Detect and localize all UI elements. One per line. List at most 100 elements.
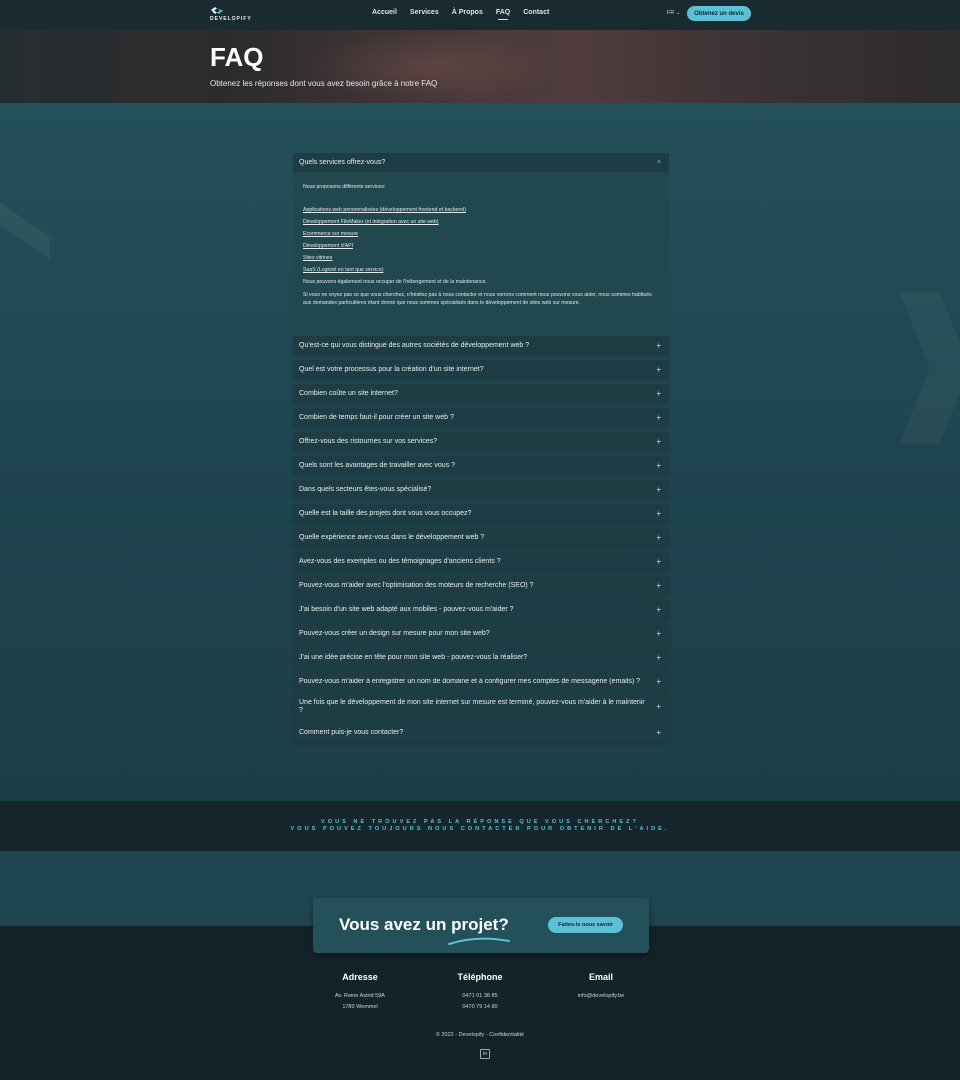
faq-question: Comment puis-je vous contacter? xyxy=(299,729,404,736)
faq-question: Pouvez-vous créer un design sur mesure p… xyxy=(299,630,490,637)
footer-email: Email info@developify.be xyxy=(541,972,661,1002)
plus-icon: + xyxy=(656,677,661,686)
faq-item[interactable]: Quel est votre processus pour la créatio… xyxy=(293,360,669,379)
faq-question: Quel est votre processus pour la créatio… xyxy=(299,366,484,373)
faq-question: Pouvez-vous m'aider avec l'optimisation … xyxy=(299,582,534,589)
plus-icon: + xyxy=(656,533,661,542)
service-link[interactable]: SaaS (Logiciel en tant que service) xyxy=(303,266,659,274)
address-line: Av. Reine Astrid 59A xyxy=(335,993,385,999)
faq-item[interactable]: Avez-vous des exemples ou des témoignage… xyxy=(293,552,669,571)
nav-faq[interactable]: FAQ xyxy=(496,9,510,20)
plus-icon: + xyxy=(656,485,661,494)
plus-icon: + xyxy=(656,461,661,470)
plus-icon: + xyxy=(656,605,661,614)
faq-question: J'ai besoin d'un site web adapté aux mob… xyxy=(299,606,514,613)
plus-icon: + xyxy=(656,728,661,737)
logo-icon xyxy=(210,6,224,15)
faq-item[interactable]: Quelle est la taille des projets dont vo… xyxy=(293,504,669,523)
faq-question: Qu'est-ce qui vous distingue des autres … xyxy=(299,342,530,349)
service-link[interactable]: Sites vitrines xyxy=(303,254,659,262)
faq-item[interactable]: J'ai besoin d'un site web adapté aux mob… xyxy=(293,600,669,619)
language-selector[interactable]: FR ⌄ xyxy=(667,10,680,16)
help-line-2: VOUS POUVEZ TOUJOURS NOUS CONTACTER POUR… xyxy=(290,826,670,832)
plus-icon: + xyxy=(656,581,661,590)
decorative-chevron-right xyxy=(900,293,960,443)
faq-question: Combien de temps faut-il pour créer un s… xyxy=(299,414,454,421)
hero-banner: FAQ Obtenez les réponses dont vous avez … xyxy=(0,30,960,103)
plus-icon: + xyxy=(656,389,661,398)
faq-item[interactable]: Offrez-vous des ristournes sur vos servi… xyxy=(293,432,669,451)
contact-us-button[interactable]: Faites-le nous savoir xyxy=(548,917,623,933)
faq-question: Quels sont les avantages de travailler a… xyxy=(299,462,456,469)
copyright: © 2022 - Developify - Confidentialité xyxy=(0,1032,960,1038)
chevron-down-icon: ⌄ xyxy=(675,10,681,16)
project-cta-card: Vous avez un projet? Faites-le nous savo… xyxy=(313,898,649,953)
faq-question: Pouvez-vous m'aider à enregistrer un nom… xyxy=(299,678,640,685)
email-address[interactable]: info@developify.be xyxy=(541,991,661,1002)
phone-number[interactable]: 0470 79 14 80 xyxy=(420,1002,540,1013)
logo-text: DEVELOPIFY xyxy=(210,16,252,22)
top-navbar: DEVELOPIFY Accueil Services À Propos FAQ… xyxy=(0,0,960,30)
phone-number[interactable]: 0471 01 38 85 xyxy=(420,991,540,1002)
service-link[interactable]: Applications web personnalisées (dévelop… xyxy=(303,206,659,214)
linkedin-icon[interactable]: in xyxy=(480,1049,490,1059)
faq-question: Combien coûte un site internet? xyxy=(299,390,398,397)
address-line: 1780 Wemmel xyxy=(342,1003,378,1010)
service-link[interactable]: Développement FileMaker (et intégration … xyxy=(303,218,659,226)
phone-title: Téléphone xyxy=(457,972,503,982)
faq-item[interactable]: Combien de temps faut-il pour créer un s… xyxy=(293,408,669,427)
copyright-text[interactable]: © 2022 - Developify - Confidentialité xyxy=(436,1032,524,1038)
faq-item[interactable]: Qu'est-ce qui vous distingue des autres … xyxy=(293,336,669,355)
logo[interactable]: DEVELOPIFY xyxy=(210,6,252,22)
faq-item[interactable]: Quelle expérience avez-vous dans le déve… xyxy=(293,528,669,547)
address-title: Adresse xyxy=(342,972,378,982)
answer-paragraph: Si vous ne voyez pas ce que vous cherche… xyxy=(303,291,652,306)
plus-icon: + xyxy=(656,437,661,446)
page-subtitle: Obtenez les réponses dont vous avez beso… xyxy=(210,79,438,88)
footer-phone: Téléphone 0471 01 38 85 0470 79 14 80 xyxy=(420,972,540,1012)
plus-icon: + xyxy=(656,702,661,712)
nav-services[interactable]: Services xyxy=(410,9,439,16)
plus-icon: + xyxy=(656,629,661,638)
plus-icon: + xyxy=(656,365,661,374)
faq-question: Avez-vous des exemples ou des témoignage… xyxy=(299,558,501,565)
faq-question: Quelle est la taille des projets dont vo… xyxy=(299,510,472,517)
plus-icon: + xyxy=(656,341,661,350)
plus-icon: + xyxy=(656,509,661,518)
faq-item[interactable]: Dans quels secteurs êtes-vous spécialisé… xyxy=(293,480,669,499)
email-title: Email xyxy=(588,972,613,982)
faq-item[interactable]: Pouvez-vous m'aider avec l'optimisation … xyxy=(293,576,669,595)
plus-icon: + xyxy=(656,557,661,566)
get-quote-button[interactable]: Obtenez un devis xyxy=(687,6,751,21)
close-icon[interactable]: × xyxy=(657,159,661,166)
faq-question: Une fois que le développement de mon sit… xyxy=(299,698,645,714)
faq-question: Offrez-vous des ristournes sur vos servi… xyxy=(299,438,437,445)
main-nav: Accueil Services À Propos FAQ Contact xyxy=(372,9,562,20)
faq-accordion: Quels services offrez-vous? × Nous propo… xyxy=(293,153,669,742)
faq-item[interactable]: Pouvez-vous créer un design sur mesure p… xyxy=(293,624,669,643)
faq-item-open[interactable]: Quels services offrez-vous? × xyxy=(293,153,669,172)
answer-paragraph: Nous pouvons également nous occuper de l… xyxy=(303,279,487,286)
help-line-1: VOUS NE TROUVEZ PAS LA RÉPONSE QUE VOUS … xyxy=(321,818,639,825)
answer-intro: Nous proposons différents services: xyxy=(303,184,386,190)
faq-item[interactable]: Quels sont les avantages de travailler a… xyxy=(293,456,669,475)
faq-item[interactable]: Pouvez-vous m'aider à enregistrer un nom… xyxy=(293,672,669,691)
faq-item[interactable]: Une fois que le développement de mon sit… xyxy=(293,696,669,718)
faq-answer: Nous proposons différents services: Appl… xyxy=(293,172,669,331)
service-link[interactable]: Développement d'API xyxy=(303,242,659,250)
faq-question: J'ai une idée précise en tête pour mon s… xyxy=(299,654,528,661)
service-link[interactable]: Ecommerce sur mesure xyxy=(303,230,659,238)
faq-question: Quels services offrez-vous? xyxy=(299,159,386,166)
nav-contact[interactable]: Contact xyxy=(523,9,549,16)
page-title: FAQ xyxy=(210,42,264,72)
underline-swoosh xyxy=(448,937,510,945)
decorative-chevron-left xyxy=(0,188,50,348)
language-label: FR xyxy=(667,10,675,16)
faq-item[interactable]: Combien coûte un site internet? + xyxy=(293,384,669,403)
faq-item[interactable]: Comment puis-je vous contacter? + xyxy=(293,723,669,742)
footer-address: Adresse Av. Reine Astrid 59A 1780 Wemmel xyxy=(300,972,420,1012)
faq-item[interactable]: J'ai une idée précise en tête pour mon s… xyxy=(293,648,669,667)
nav-accueil[interactable]: Accueil xyxy=(372,9,397,16)
help-banner: VOUS NE TROUVEZ PAS LA RÉPONSE QUE VOUS … xyxy=(0,801,960,851)
nav-a-propos[interactable]: À Propos xyxy=(452,9,483,16)
